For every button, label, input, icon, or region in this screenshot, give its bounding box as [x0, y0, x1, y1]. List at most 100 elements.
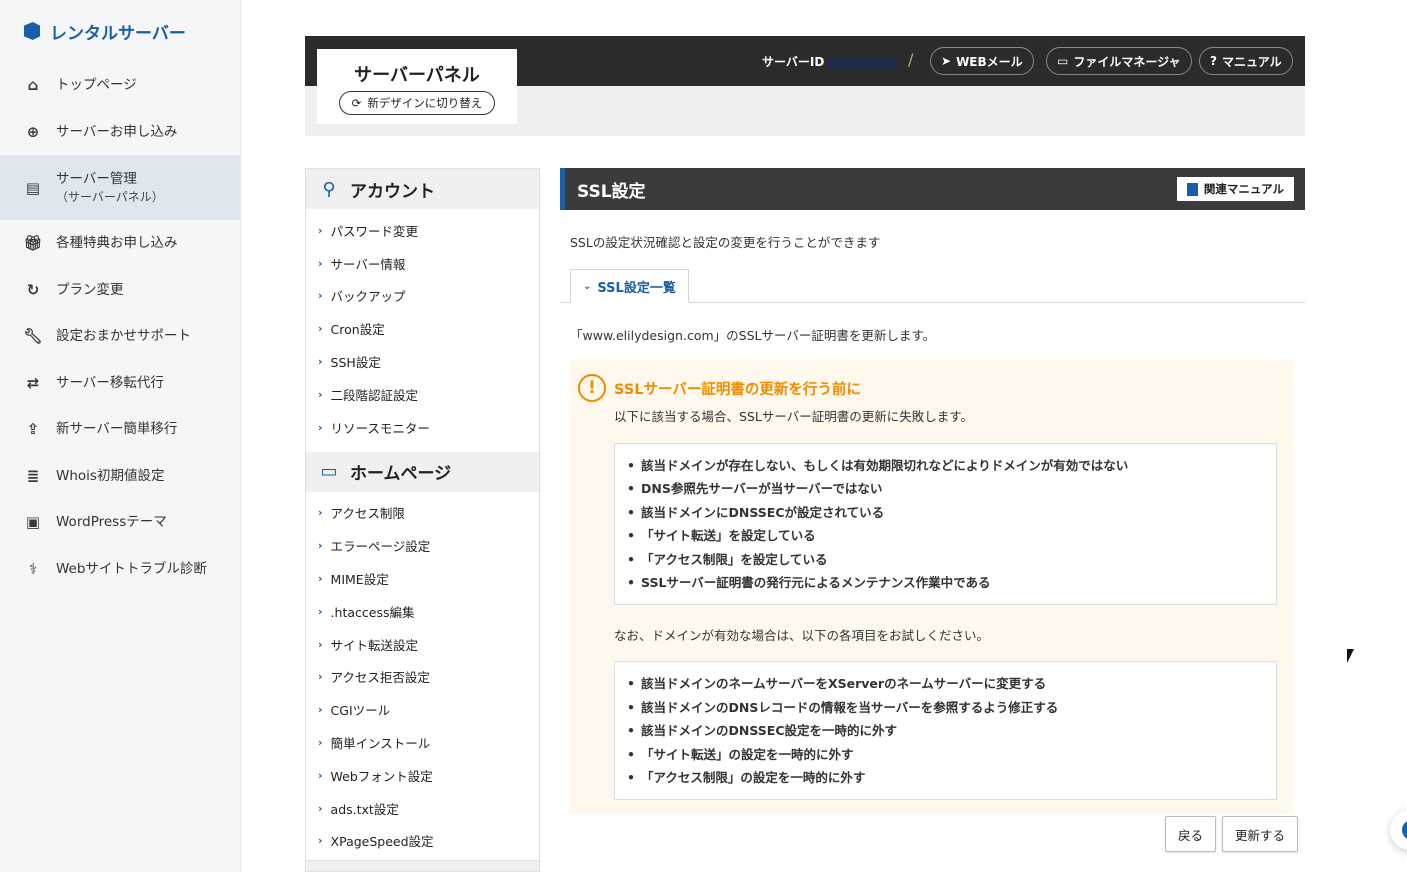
back-button[interactable]: 戻る [1164, 816, 1216, 852]
mouse-cursor-icon [1347, 649, 1354, 663]
menu-item-access-deny[interactable]: › アクセス拒否設定 [306, 661, 539, 694]
menu-item-xpagespeed[interactable]: › XPageSpeed設定 [306, 825, 539, 858]
file-manager-label: ファイルマネージャ [1073, 54, 1181, 69]
menu-item-htaccess[interactable]: › .htaccess編集 [306, 595, 539, 628]
chat-support-button[interactable] [1390, 810, 1407, 850]
webmail-button[interactable]: ➤ WEBメール [930, 47, 1034, 75]
chevron-right-icon: › [318, 223, 323, 237]
menu-item-label: サイト転送設定 [330, 637, 419, 653]
list-item: 「サイト転送」の設定を一時的に外す [625, 743, 1264, 767]
manual-button[interactable]: ? マニュアル [1199, 47, 1293, 75]
menu-item-resource-monitor[interactable]: › リソースモニター [306, 411, 539, 444]
menu-item-password[interactable]: › パスワード変更 [306, 214, 539, 247]
menu-item-server-info[interactable]: › サーバー情報 [306, 247, 539, 280]
book-icon [1186, 182, 1198, 196]
sidebar-item-wordpress-theme[interactable]: ▣ WordPressテーマ [0, 499, 240, 546]
remedy-note: なお、ドメインが有効な場合は、以下の各項目をお試しください。 [614, 628, 990, 644]
menu-item-label: .htaccess編集 [330, 604, 415, 620]
chevron-right-icon: › [318, 387, 323, 401]
sidebar-item-label: サーバーお申し込み [56, 123, 178, 140]
sidebar-nav: ⌂ トップページ ⊕ サーバーお申し込み ▤ サーバー管理 （サーバーパネル） … [0, 62, 240, 592]
list-item: 「アクセス制限」を設定している [625, 548, 1264, 572]
menu-item-label: パスワード変更 [330, 223, 419, 239]
switch-design-button[interactable]: ⟳ 新デザインに切り替え [338, 91, 496, 115]
menu-item-ssh[interactable]: › SSH設定 [306, 345, 539, 378]
brand-name: レンタルサーバー [50, 23, 186, 44]
sidebar-item-setup-support[interactable]: 🔧︎ 設定おまかせサポート [0, 313, 240, 360]
chevron-right-icon: › [318, 289, 323, 303]
renew-description: 「www.elilydesign.com」のSSLサーバー証明書を更新します。 [570, 328, 936, 343]
sidebar-item-top[interactable]: ⌂ トップページ [0, 62, 240, 109]
webmail-label: WEBメール [956, 54, 1023, 69]
list-item: SSLサーバー証明書の発行元によるメンテナンス作業中である [625, 571, 1264, 595]
sidebar-item-server-management[interactable]: ▤ サーバー管理 （サーバーパネル） [0, 155, 240, 220]
menu-item-mime[interactable]: › MIME設定 [306, 562, 539, 595]
chevron-down-icon: ⌄ [583, 280, 592, 292]
page-description: SSLの設定状況確認と設定の変更を行うことができます [570, 235, 881, 250]
sidebar-item-easy-migration[interactable]: ⇪ 新サーバー簡単移行 [0, 406, 240, 453]
folder-icon: ▭ [1057, 54, 1069, 68]
menu-item-ads-txt[interactable]: › ads.txt設定 [306, 792, 539, 825]
menu-item-label: ads.txt設定 [330, 801, 399, 817]
form-actions: 戻る 更新する [1164, 816, 1298, 852]
chevron-right-icon: › [318, 539, 323, 553]
tab-bar: ⌄ SSL設定一覧 [560, 269, 1305, 303]
menu-item-easy-install[interactable]: › 簡単インストール [306, 726, 539, 759]
refresh-icon: ↻ [26, 280, 40, 299]
sidebar-item-label: Webサイトトラブル診断 [56, 560, 207, 577]
server-id: サーバーID [762, 53, 899, 70]
sidebar: レンタルサーバー ⌂ トップページ ⊕ サーバーお申し込み ▤ サーバー管理 （… [0, 0, 241, 872]
home-icon: ⌂ [27, 76, 39, 95]
menu-item-access-restriction[interactable]: › アクセス制限 [306, 497, 539, 530]
chevron-right-icon: › [318, 703, 323, 717]
sidebar-item-label: トップページ [56, 77, 137, 94]
menu-item-error-page[interactable]: › エラーページ設定 [306, 529, 539, 562]
page-title: SSL設定 [577, 181, 646, 202]
window-icon: ▣ [25, 513, 41, 532]
paper-plane-icon: ➤ [941, 54, 952, 68]
warning-title: SSLサーバー証明書の更新を行う前に [614, 381, 861, 398]
sidebar-item-label: サーバー移転代行 [56, 374, 164, 391]
homepage-menu-heading: ▭ ホームページ [306, 451, 539, 492]
menu-item-backup[interactable]: › バックアップ [306, 280, 539, 313]
account-heading-label: アカウント [350, 181, 435, 202]
person-icon: ⚲ [322, 178, 336, 200]
brand[interactable]: レンタルサーバー [0, 0, 240, 62]
list-item: 該当ドメインが存在しない、もしくは有効期限切れなどによりドメインが有効ではない [625, 454, 1264, 478]
menu-item-label: 二段階認証設定 [330, 387, 419, 403]
chevron-right-icon: › [318, 801, 323, 815]
switch-design-label: 新デザインに切り替え [367, 96, 483, 110]
sidebar-item-server-apply[interactable]: ⊕ サーバーお申し込み [0, 109, 240, 156]
sidebar-item-plan-change[interactable]: ↻ プラン変更 [0, 267, 240, 314]
sidebar-item-sublabel: （サーバーパネル） [56, 189, 164, 204]
list-item: 該当ドメインのDNSレコードの情報を当サーバーを参照するよう修正する [625, 696, 1264, 720]
sidebar-item-label: プラン変更 [56, 281, 124, 298]
menu-item-cron[interactable]: › Cron設定 [306, 312, 539, 345]
chevron-right-icon: › [318, 736, 323, 750]
menu-item-web-font[interactable]: › Webフォント設定 [306, 759, 539, 792]
gift-icon: 🎁︎ [23, 234, 43, 253]
sidebar-item-whois[interactable]: ≣ Whois初期値設定 [0, 453, 240, 500]
menu-item-cgi-tools[interactable]: › CGIツール [306, 693, 539, 726]
sidebar-item-site-diagnosis[interactable]: ⚕ Webサイトトラブル診断 [0, 546, 240, 593]
account-menu-list: › パスワード変更 › サーバー情報 › バックアップ › Cron設定 › SSH設定 … [306, 209, 539, 452]
wrench-icon: 🔧︎ [23, 327, 43, 346]
chevron-right-icon: › [318, 572, 323, 586]
chevron-right-icon: › [318, 637, 323, 651]
file-manager-button[interactable]: ▭ ファイルマネージャ [1046, 47, 1192, 75]
sidebar-item-benefits[interactable]: 🎁︎ 各種特典お申し込み [0, 220, 240, 267]
sidebar-item-server-transfer[interactable]: ⇄ サーバー移転代行 [0, 360, 240, 407]
homepage-menu-list: › アクセス制限 › エラーページ設定 › MIME設定 › .htaccess編集 ›… [306, 492, 539, 866]
server-id-redacted [828, 56, 899, 69]
browser-window-icon: ▭ [320, 461, 338, 483]
menu-item-label: バックアップ [330, 289, 406, 305]
settings-menu: ⚲ アカウント › パスワード変更 › サーバー情報 › バックアップ › Cron設定… [305, 168, 540, 872]
menu-item-site-forward[interactable]: › サイト転送設定 [306, 628, 539, 661]
menu-item-label: エラーページ設定 [330, 539, 431, 555]
tab-ssl-list[interactable]: ⌄ SSL設定一覧 [570, 269, 689, 303]
menu-item-2fa[interactable]: › 二段階認証設定 [306, 378, 539, 411]
remedies-box: 該当ドメインのネームサーバーをXServerのネームサーバーに変更する 該当ドメ… [614, 661, 1277, 801]
menu-item-label: Webフォント設定 [330, 768, 433, 784]
related-manual-button[interactable]: 関連マニュアル [1176, 177, 1294, 201]
update-button[interactable]: 更新する [1221, 816, 1298, 852]
